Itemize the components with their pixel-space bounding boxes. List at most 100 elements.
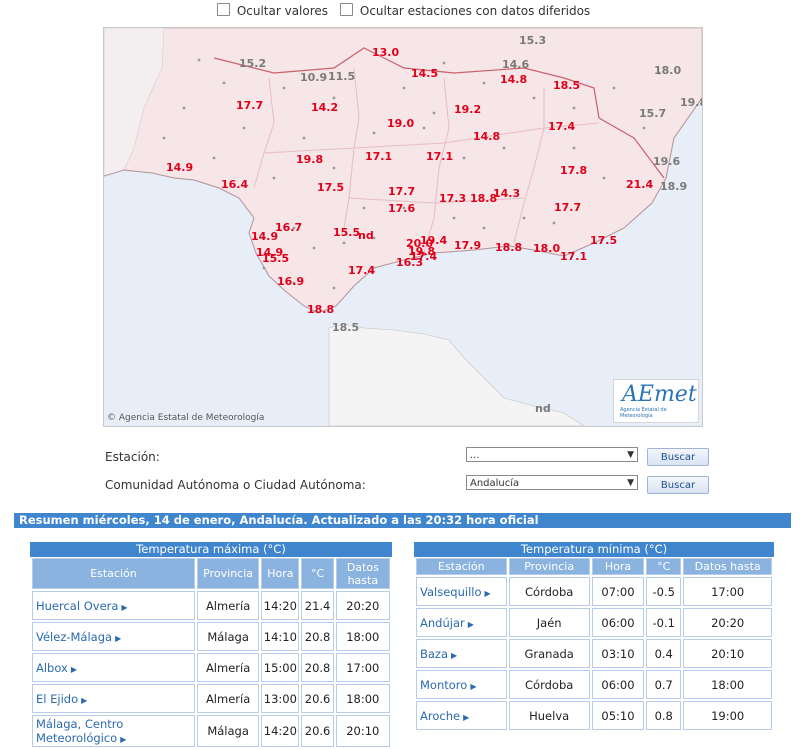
- map-temperature-label[interactable]: 17.1: [365, 150, 392, 163]
- map-temperature-label[interactable]: 17.8: [560, 164, 587, 177]
- map-temperature-label[interactable]: 14.2: [311, 101, 338, 114]
- hide-values-option[interactable]: Ocultar valores: [216, 3, 328, 18]
- station-name[interactable]: El Ejido: [36, 692, 78, 706]
- station-link[interactable]: Montoro ▶: [416, 670, 507, 699]
- map-temperature-label[interactable]: 19.6: [653, 155, 680, 168]
- map-temperature-label[interactable]: 17.3: [439, 192, 466, 205]
- map-temperature-label[interactable]: 15.3: [519, 34, 546, 47]
- map-temperature-label[interactable]: 17.7: [236, 99, 263, 112]
- map-temperature-label[interactable]: 17.1: [426, 150, 453, 163]
- map-temperature-label[interactable]: 14.8: [500, 73, 527, 86]
- map-temperature-label[interactable]: 18.0: [654, 64, 681, 77]
- temperature-map[interactable]: 13.0 15.3 15.2 10.9 11.5 14.5 14.6 14.8 18.5 18.0…: [103, 27, 703, 427]
- arrow-right-icon: ▶: [451, 650, 458, 660]
- map-temperature-label[interactable]: 19.8: [296, 153, 323, 166]
- table-cell: 14:20: [261, 591, 300, 620]
- station-link[interactable]: Huercal Overa ▶: [32, 591, 195, 620]
- table-cell: 20.6: [301, 715, 334, 747]
- map-temperature-label[interactable]: 19.2: [454, 103, 481, 116]
- station-link[interactable]: Málaga, Centro Meteorológico ▶: [32, 715, 195, 747]
- table-cell: 18:00: [683, 670, 772, 699]
- hide-deferred-option[interactable]: Ocultar estaciones con datos diferidos: [339, 3, 591, 18]
- map-temperature-label[interactable]: 18.5: [332, 321, 359, 334]
- hide-deferred-checkbox[interactable]: [339, 3, 353, 16]
- map-temperature-label[interactable]: 17.4: [410, 250, 437, 263]
- table-cell: 17:00: [335, 653, 390, 682]
- station-name[interactable]: Valsequillo: [420, 585, 482, 599]
- map-temperature-label[interactable]: 16.4: [221, 178, 248, 191]
- map-temperature-label[interactable]: 14.6: [502, 58, 529, 71]
- map-temperature-label[interactable]: 11.5: [328, 70, 355, 83]
- map-temperature-label[interactable]: 17.4: [348, 264, 375, 277]
- map-temperature-label[interactable]: 17.7: [388, 185, 415, 198]
- station-name[interactable]: Andújar: [420, 616, 465, 630]
- map-temperature-label[interactable]: 15.5: [262, 252, 289, 265]
- map-temperature-label[interactable]: 10.9: [300, 71, 327, 84]
- map-temperature-label[interactable]: 16.7: [275, 221, 302, 234]
- map-temperature-label[interactable]: nd: [358, 229, 374, 242]
- station-link[interactable]: Aroche ▶: [416, 701, 507, 730]
- map-temperature-label[interactable]: 15.2: [239, 57, 266, 70]
- station-label: Estación:: [105, 450, 160, 464]
- min-temperature-table: Temperatura mínima (°C) Estación Provinci…: [414, 542, 774, 732]
- map-temperature-label[interactable]: 18.9: [660, 180, 687, 193]
- station-name[interactable]: Vélez-Málaga: [36, 630, 112, 644]
- map-temperature-label[interactable]: 14.9: [251, 230, 278, 243]
- map-temperature-label[interactable]: 18.8: [495, 241, 522, 254]
- map-temperature-label[interactable]: nd: [535, 402, 551, 415]
- station-name[interactable]: Albox: [36, 661, 68, 675]
- station-name[interactable]: Montoro: [420, 678, 467, 692]
- aemet-logo[interactable]: AEmet Agencia Estatal de Meteorología: [613, 379, 699, 423]
- station-search-button[interactable]: Buscar: [647, 448, 709, 466]
- community-select[interactable]: Andalucía ▼: [466, 475, 638, 490]
- station-link[interactable]: Baza ▶: [416, 639, 507, 668]
- station-name[interactable]: Aroche: [420, 709, 460, 723]
- map-temperature-label[interactable]: 17.1: [560, 250, 587, 263]
- table-cell: 20:20: [335, 591, 390, 620]
- map-temperature-label[interactable]: 18.0: [533, 242, 560, 255]
- map-temperature-label[interactable]: 17.5: [590, 234, 617, 247]
- table-cell: -0.5: [646, 577, 682, 606]
- station-name[interactable]: Huercal Overa: [36, 599, 118, 613]
- map-temperature-label[interactable]: 15.5: [333, 226, 360, 239]
- station-link[interactable]: Valsequillo ▶: [416, 577, 507, 606]
- table-cell: 15:00: [261, 653, 300, 682]
- map-temperature-label[interactable]: 19.8: [680, 96, 702, 109]
- map-temperature-label[interactable]: 18.5: [553, 79, 580, 92]
- map-temperature-label[interactable]: 16.9: [277, 275, 304, 288]
- table-cell: 14:10: [261, 622, 300, 651]
- table-row: Málaga, Centro Meteorológico ▶ Málaga 14:20…: [32, 715, 390, 747]
- community-select-value: Andalucía: [470, 478, 520, 489]
- table-cell: Jaén: [508, 608, 590, 637]
- hide-deferred-label: Ocultar estaciones con datos diferidos: [359, 4, 591, 18]
- map-temperature-label[interactable]: 14.9: [166, 161, 193, 174]
- map-temperature-label[interactable]: 14.3: [493, 187, 520, 200]
- map-temperature-label[interactable]: 17.6: [388, 202, 415, 215]
- table-row: Valsequillo ▶ Córdoba 07:00 -0.5 17:00: [416, 577, 772, 606]
- map-temperature-label[interactable]: 18.8: [307, 303, 334, 316]
- station-name[interactable]: Baza: [420, 647, 448, 661]
- station-select[interactable]: ... ▼: [466, 447, 638, 462]
- map-temperature-label[interactable]: 14.5: [411, 67, 438, 80]
- station-name[interactable]: Málaga, Centro Meteorológico: [36, 717, 123, 745]
- map-temperature-label[interactable]: 14.8: [473, 130, 500, 143]
- map-temperature-label[interactable]: 15.7: [639, 107, 666, 120]
- map-temperature-label[interactable]: 21.4: [626, 178, 653, 191]
- map-temperature-label[interactable]: 17.9: [454, 239, 481, 252]
- map-temperature-label[interactable]: 17.7: [554, 201, 581, 214]
- map-temperature-label[interactable]: 17.4: [548, 120, 575, 133]
- dropdown-arrow-icon: ▼: [627, 450, 634, 460]
- max-table-caption: Temperatura máxima (°C): [30, 542, 392, 557]
- station-link[interactable]: Andújar ▶: [416, 608, 507, 637]
- station-link[interactable]: Vélez-Málaga ▶: [32, 622, 195, 651]
- station-link[interactable]: Albox ▶: [32, 653, 195, 682]
- map-temperature-label[interactable]: 13.0: [372, 46, 399, 59]
- station-link[interactable]: El Ejido ▶: [32, 684, 195, 713]
- table-cell: 21.4: [301, 591, 334, 620]
- community-search-button[interactable]: Buscar: [647, 476, 709, 494]
- hide-values-checkbox[interactable]: [216, 3, 230, 16]
- map-temperature-label[interactable]: 19.0: [387, 117, 414, 130]
- min-table-header: Estación Provincia Hora °C Datos hasta: [416, 558, 772, 575]
- map-temperature-label[interactable]: 17.5: [317, 181, 344, 194]
- column-header: °C: [301, 558, 334, 589]
